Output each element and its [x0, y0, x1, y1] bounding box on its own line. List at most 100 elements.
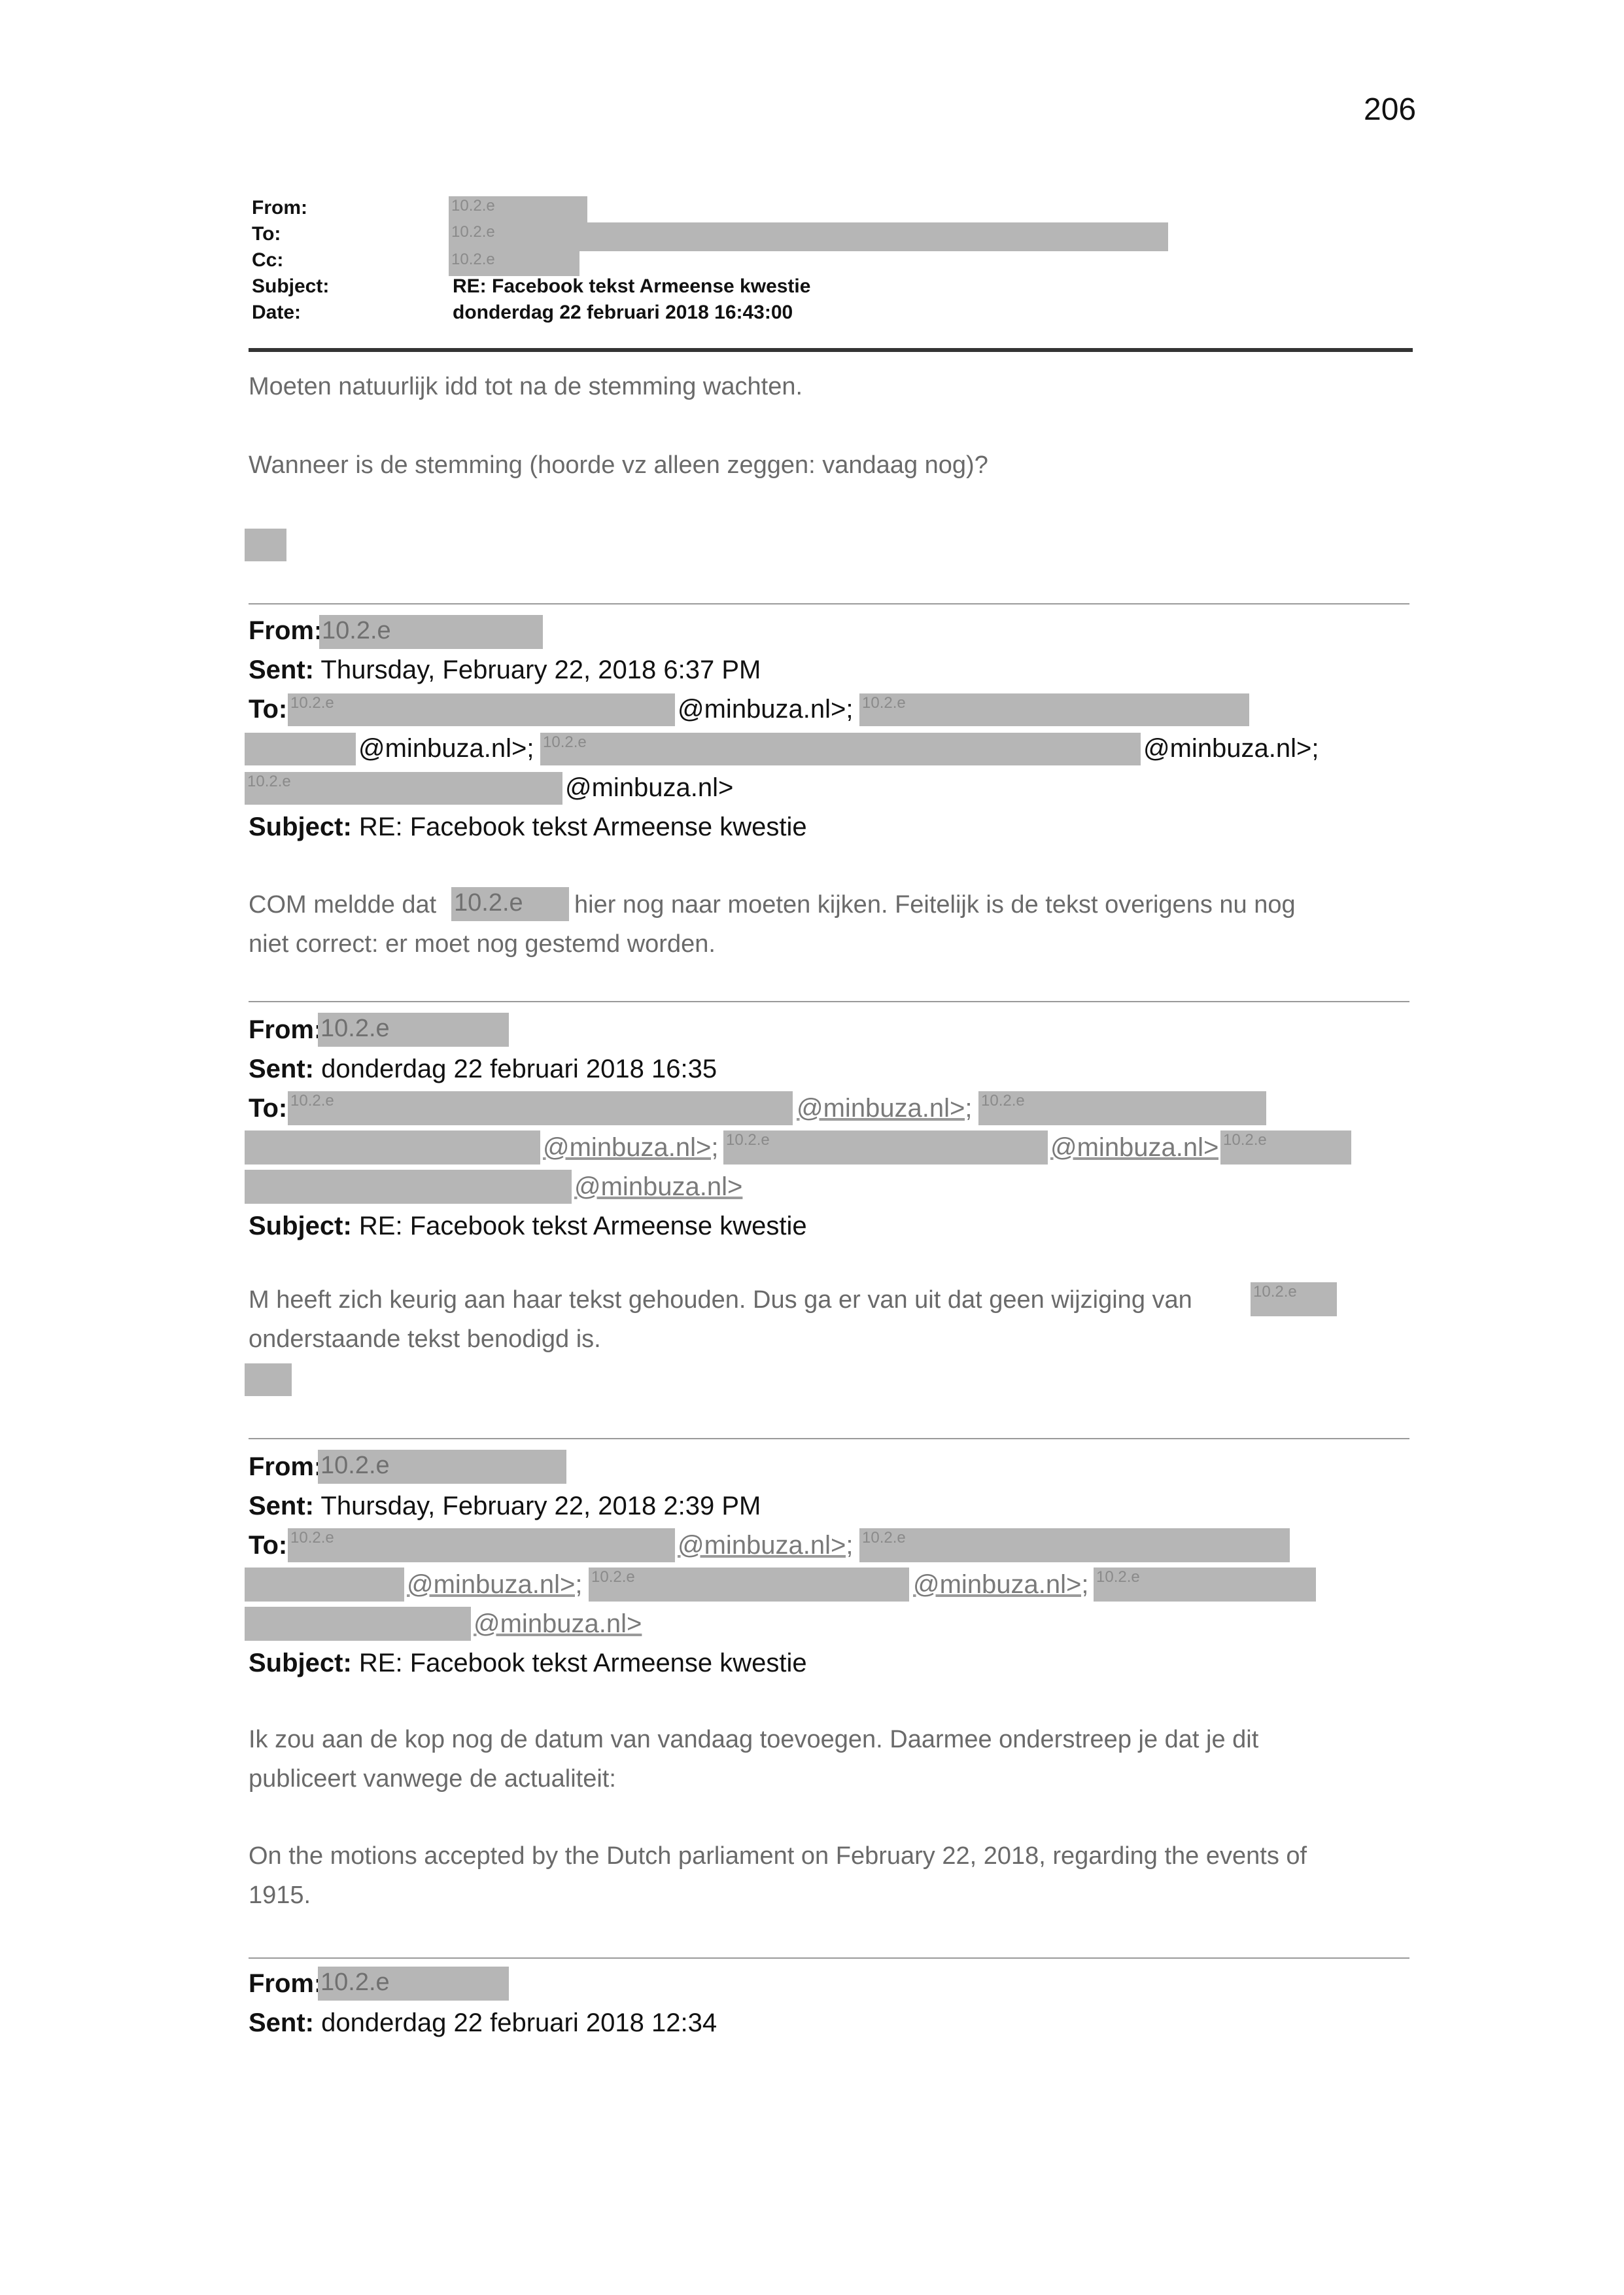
redaction-message3-to-3: 10.2.e: [723, 1130, 1048, 1165]
message2-body-line1-after: hier nog naar moeten kijken. Feitelijk i…: [574, 891, 1296, 919]
message4-subject-line: Subject: RE: Facebook tekst Armeense kwe…: [249, 1649, 807, 1678]
redaction-message4-to-3: 10.2.e: [589, 1568, 909, 1602]
message3-body-line1: M heeft zich keurig aan haar tekst gehou…: [249, 1286, 1192, 1314]
header-label-date: Date:: [252, 302, 302, 323]
header-label-to: To:: [252, 223, 281, 245]
redaction-message4-to-2b: [245, 1568, 404, 1602]
message3-subject-label: Subject:: [249, 1212, 352, 1240]
redaction-message3-to-1: 10.2.e: [288, 1091, 793, 1125]
header-date: donderdag 22 februari 2018 16:43:00: [453, 302, 793, 323]
message1-line2: Wanneer is de stemming (hoorde vz alleen…: [249, 451, 988, 479]
redaction-message4-to-2: 10.2.e: [859, 1528, 1290, 1562]
message-divider-4: [249, 1957, 1409, 1959]
message2-to-label-line: To:: [249, 695, 287, 724]
message4-from-label: From:: [249, 1452, 323, 1481]
message2-sent-value: Thursday, February 22, 2018 6:37 PM: [320, 656, 761, 684]
message3-from-line: From:: [249, 1015, 322, 1045]
message2-body-line2: niet correct: er moet nog gestemd worden…: [249, 930, 716, 958]
message3-sent-value: donderdag 22 februari 2018 16:35: [321, 1055, 717, 1083]
redaction-message3-from: 10.2.e: [318, 1013, 509, 1047]
message4-email-4[interactable]: @minbuza.nl>: [474, 1609, 642, 1639]
message4-sent-line: Sent: Thursday, February 22, 2018 2:39 P…: [249, 1492, 761, 1521]
message4-body-line2: publiceert vanwege de actualiteit:: [249, 1765, 616, 1793]
header-subject: RE: Facebook tekst Armeense kwestie: [453, 275, 811, 297]
message2-sent-line: Sent: Thursday, February 22, 2018 6:37 P…: [249, 656, 761, 685]
message-divider-1: [249, 603, 1409, 604]
message2-subject-line: Subject: RE: Facebook tekst Armeense kwe…: [249, 813, 807, 842]
redaction-header-from: 10.2.e: [449, 196, 587, 222]
message4-to-label-line: To:: [249, 1531, 287, 1560]
message2-email-2: @minbuza.nl>;: [358, 734, 534, 763]
message-divider-2: [249, 1001, 1409, 1002]
message4-sent-value: Thursday, February 22, 2018 2:39 PM: [320, 1492, 761, 1520]
message4-body-line4: 1915.: [249, 1882, 311, 1909]
message4-email-2[interactable]: @minbuza.nl>;: [407, 1570, 583, 1600]
message4-email-3[interactable]: @minbuza.nl>;: [913, 1570, 1089, 1600]
redaction-message5-from: 10.2.e: [318, 1967, 509, 2001]
message4-email-1[interactable]: @minbuza.nl>;: [678, 1531, 854, 1560]
message5-from-line: From:: [249, 1969, 322, 1999]
message3-body-line2: onderstaande tekst benodigd is.: [249, 1325, 601, 1353]
message3-from-label: From:: [249, 1015, 323, 1044]
redaction-message3-to-2b: [245, 1130, 540, 1165]
message5-sent-label: Sent:: [249, 2008, 314, 2037]
header-divider: [249, 348, 1413, 352]
message3-to-label: To:: [249, 1094, 288, 1123]
redaction-signature-1: [245, 529, 286, 561]
redaction-header-cc: 10.2.e: [449, 250, 579, 276]
message3-email-2[interactable]: @minbuza.nl>;: [543, 1133, 719, 1163]
message3-subject-line: Subject: RE: Facebook tekst Armeense kwe…: [249, 1212, 807, 1241]
redaction-message2-to-3: 10.2.e: [540, 733, 1141, 765]
message2-subject-label: Subject:: [249, 813, 352, 841]
message2-from-line: From:: [249, 616, 322, 646]
redaction-signature-3: [245, 1363, 292, 1396]
header-label-cc: Cc:: [252, 249, 284, 271]
message4-sent-label: Sent:: [249, 1492, 314, 1520]
message4-from-line: From:: [249, 1452, 322, 1482]
redaction-message3-to-2: 10.2.e: [978, 1091, 1266, 1125]
message2-email-3: @minbuza.nl>;: [1143, 734, 1319, 763]
redaction-message3-to-4b: [245, 1170, 572, 1204]
message2-from-label: From:: [249, 616, 323, 645]
header-label-from: From:: [252, 197, 307, 219]
redaction-message4-to-1: 10.2.e: [288, 1528, 675, 1562]
redaction-message2-to-4: 10.2.e: [245, 772, 562, 805]
redaction-message4-to-4b: [245, 1607, 471, 1641]
redaction-message4-to-4: 10.2.e: [1094, 1568, 1316, 1602]
message2-email-1: @minbuza.nl>;: [678, 695, 854, 724]
message2-to-label: To:: [249, 695, 288, 724]
message3-to-label-line: To:: [249, 1094, 287, 1123]
message3-sent-label: Sent:: [249, 1055, 314, 1083]
header-values: RE: Facebook tekst Armeense kwestie dond…: [453, 273, 810, 326]
redaction-header-to: 10.2.e: [449, 222, 1168, 251]
message4-to-label: To:: [249, 1531, 288, 1560]
message4-subject-label: Subject:: [249, 1649, 352, 1677]
message4-body-line3: On the motions accepted by the Dutch par…: [249, 1842, 1307, 1870]
message2-subject-value: RE: Facebook tekst Armeense kwestie: [358, 813, 807, 841]
message3-email-3[interactable]: @minbuza.nl>;: [1050, 1133, 1226, 1163]
message-divider-3: [249, 1438, 1409, 1439]
message1-line1: Moeten natuurlijk idd tot na de stemming…: [249, 373, 803, 400]
page-number: 206: [1364, 92, 1417, 127]
redaction-message3-body: 10.2.e: [1251, 1282, 1337, 1316]
message5-from-label: From:: [249, 1969, 323, 1998]
message5-sent-value: donderdag 22 februari 2018 12:34: [321, 2008, 717, 2037]
redaction-message2-to-2: 10.2.e: [859, 693, 1249, 726]
redaction-message2-to-2b: [245, 733, 356, 765]
message2-sent-label: Sent:: [249, 656, 314, 684]
message3-email-4[interactable]: @minbuza.nl>: [574, 1172, 742, 1202]
message4-subject-value: RE: Facebook tekst Armeense kwestie: [358, 1649, 807, 1677]
message3-email-1[interactable]: @minbuza.nl>;: [797, 1094, 973, 1123]
redaction-message3-to-4: 10.2.e: [1220, 1130, 1351, 1165]
message3-subject-value: RE: Facebook tekst Armeense kwestie: [358, 1212, 807, 1240]
message4-body-line1: Ik zou aan de kop nog de datum van vanda…: [249, 1726, 1259, 1753]
redaction-message2-to-1: 10.2.e: [288, 693, 675, 726]
message5-sent-line: Sent: donderdag 22 februari 2018 12:34: [249, 2008, 717, 2038]
redaction-message2-body: 10.2.e: [451, 887, 569, 921]
message3-sent-line: Sent: donderdag 22 februari 2018 16:35: [249, 1055, 717, 1084]
redaction-message2-from: 10.2.e: [319, 615, 543, 649]
header-labels: From: To: Cc: Subject: Date:: [252, 195, 329, 326]
header-label-subject: Subject:: [252, 275, 330, 297]
redaction-message4-from: 10.2.e: [318, 1450, 566, 1484]
message2-body-line1-before: COM meldde dat: [249, 891, 437, 919]
